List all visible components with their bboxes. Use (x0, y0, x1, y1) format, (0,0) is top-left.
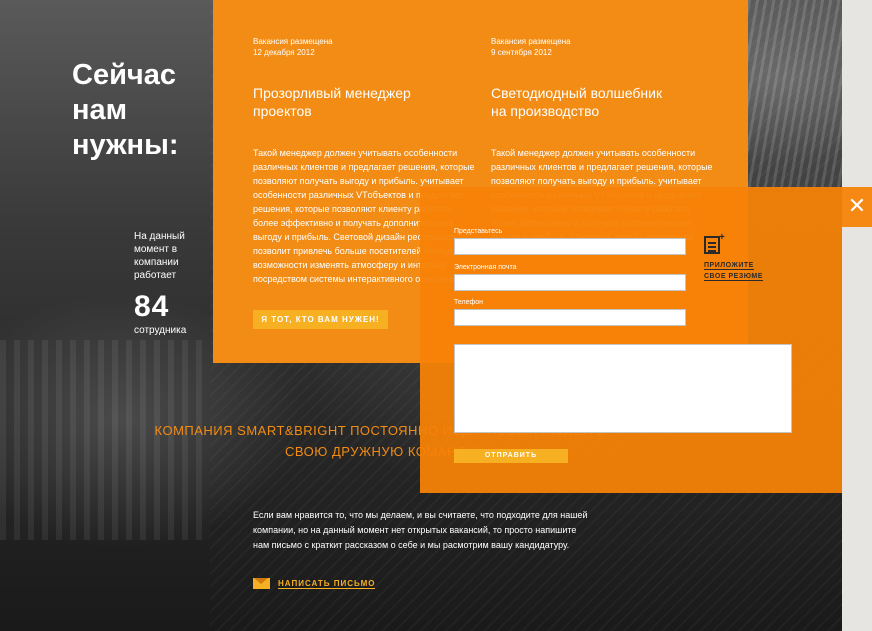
stats-prefix: На данный момент в компании работает (134, 231, 185, 281)
vacancy-posted-date: 9 сентября 2012 (491, 48, 552, 57)
intro-text: Если вам нравится то, что мы делаем, и в… (253, 510, 588, 550)
page-headline: Сейчас нам нужны: (72, 59, 179, 161)
submit-button[interactable]: ОТПРАВИТЬ (454, 449, 568, 463)
vacancy-posted-date: 12 декабря 2012 (253, 48, 315, 57)
phone-field[interactable] (454, 309, 686, 326)
vacancy-title[interactable]: Прозорливый менеджер проектов (253, 84, 433, 120)
employee-count: 84 (134, 290, 170, 323)
name-label: Представьтесь (454, 228, 503, 235)
attach-resume[interactable]: + ПРИЛОЖИТЕ СВОЕ РЕЗЮМЕ (704, 232, 763, 282)
attach-label-line2: СВОЕ РЕЗЮМЕ (704, 273, 763, 281)
vacancy-title[interactable]: Светодиодный волшебник на производство (491, 84, 681, 120)
vacancy-posted-label: Вакансия размещена (491, 37, 571, 46)
name-field[interactable] (454, 238, 686, 255)
write-letter-link[interactable]: НАПИСАТЬ ПИСЬМО (253, 578, 376, 589)
background-decor-right (748, 0, 842, 190)
vacancy-posted-label: Вакансия размещена (253, 37, 333, 46)
close-icon[interactable]: ✕ (842, 187, 872, 227)
attach-label-line1: ПРИЛОЖИТЕ (704, 262, 754, 270)
attach-resume-label[interactable]: ПРИЛОЖИТЕ СВОЕ РЕЗЮМЕ (704, 260, 763, 282)
employee-stats: На данный момент в компании работает 84 … (134, 230, 214, 337)
envelope-icon (253, 578, 270, 589)
phone-label: Телефон (454, 299, 484, 306)
stats-suffix: сотрудника (134, 325, 187, 336)
document-icon: + (704, 232, 725, 254)
email-field[interactable] (454, 274, 686, 291)
write-letter-label[interactable]: НАПИСАТЬ ПИСЬМО (278, 579, 376, 589)
message-field[interactable] (454, 344, 792, 433)
email-label: Электронная почта (454, 264, 517, 271)
apply-button[interactable]: Я ТОТ, КТО ВАМ НУЖЕН! (253, 310, 388, 329)
